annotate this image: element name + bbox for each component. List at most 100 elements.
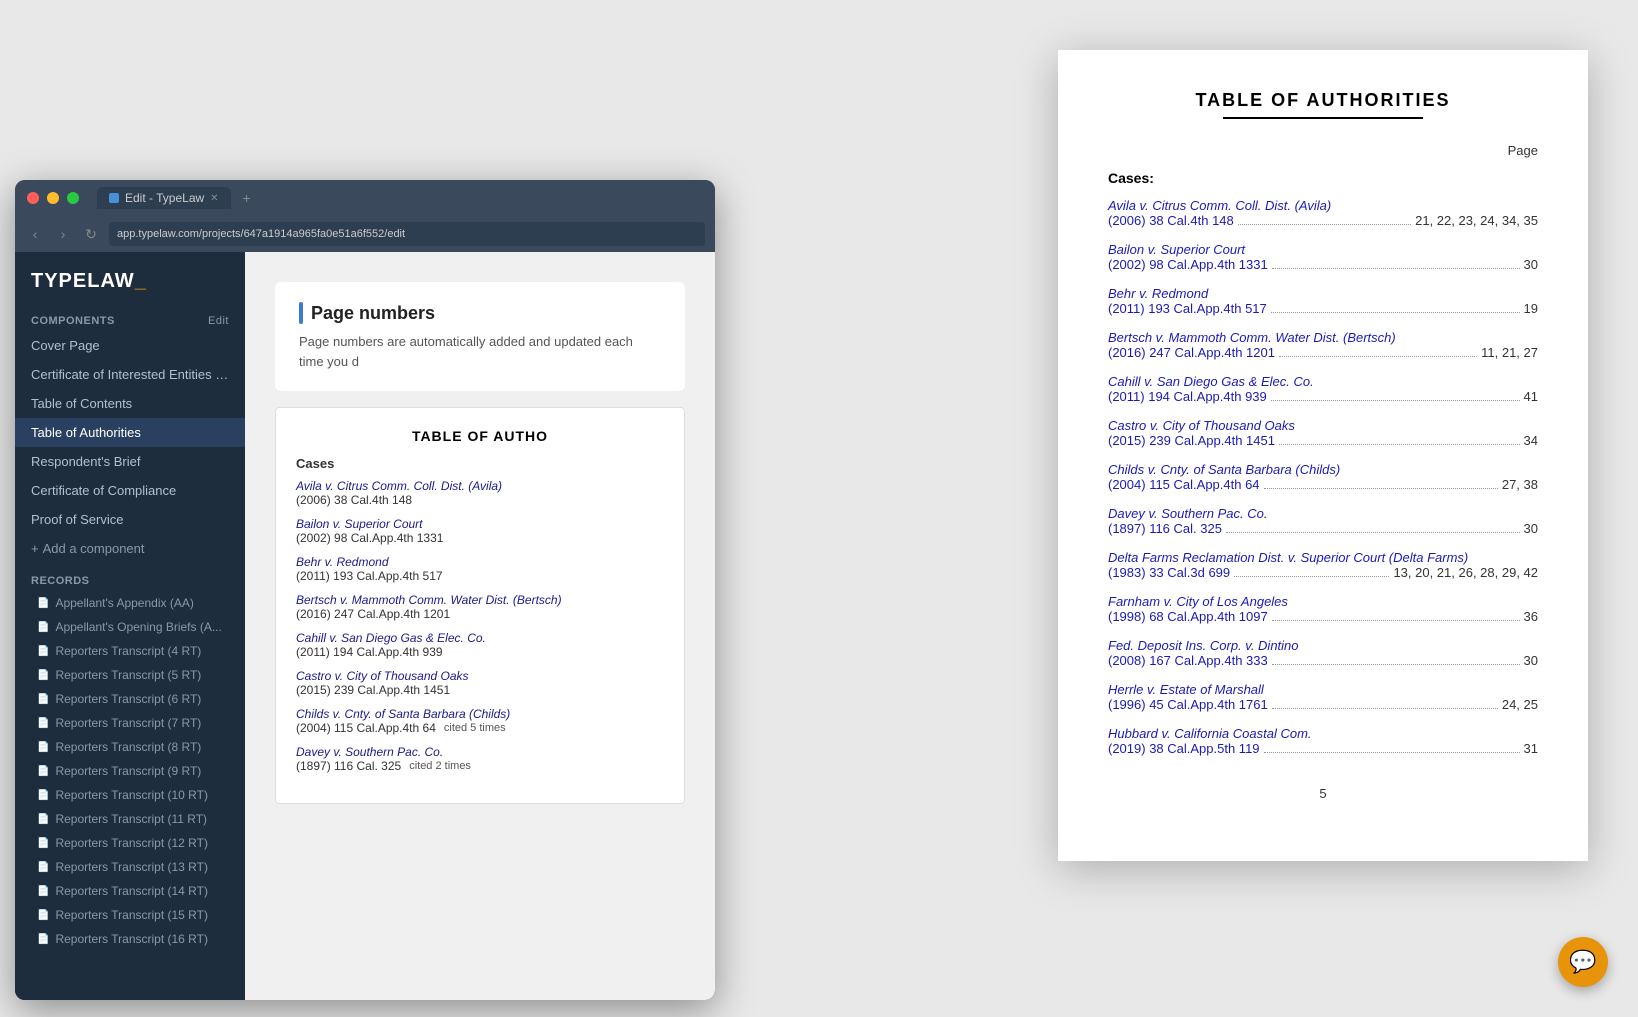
record-item-rt7[interactable]: 📄 Reporters Transcript (7 RT) [15, 711, 245, 735]
record-label: Appellant's Appendix (AA) [55, 596, 193, 610]
records-label: RECORDS [31, 575, 90, 587]
record-item-rt11[interactable]: 📄 Reporters Transcript (11 RT) [15, 807, 245, 831]
document-preview: TABLE OF AUTHORITIES Page Cases: Avila v… [1058, 50, 1588, 861]
case-title: Childs v. Cnty. of Santa Barbara (Childs… [1108, 462, 1340, 477]
record-file-icon: 📄 [37, 910, 49, 921]
record-item-rt15[interactable]: 📄 Reporters Transcript (15 RT) [15, 903, 245, 927]
case-citation: (2006) 38 Cal.4th 148 [296, 493, 664, 507]
case-title: Bailon v. Superior Court [1108, 242, 1245, 257]
case-page-num: 30 [1524, 257, 1538, 272]
sidebar-item-cover-page[interactable]: Cover Page [15, 331, 245, 360]
case-line: Behr v. Redmond [1108, 286, 1538, 301]
dot-leader [1271, 312, 1520, 313]
toa-preview-title: TABLE OF AUTHO [296, 428, 664, 444]
add-component-label: Add a component [43, 541, 145, 556]
forward-button[interactable]: › [53, 226, 73, 242]
doc-page-col-label: Page [1108, 143, 1538, 158]
case-page-num: 34 [1524, 433, 1538, 448]
toa-preview: TABLE OF AUTHO Cases Avila v. Citrus Com… [275, 407, 685, 804]
toa-case-cahill: Cahill v. San Diego Gas & Elec. Co. (201… [296, 631, 664, 659]
sidebar-item-certificate-compliance[interactable]: Certificate of Compliance [15, 476, 245, 505]
app-content: TYPELAW_ COMPONENTS Edit Cover Page Cert… [15, 252, 715, 1000]
minimize-dot[interactable] [47, 192, 59, 204]
record-item-rt13[interactable]: 📄 Reporters Transcript (13 RT) [15, 855, 245, 879]
record-item-rt4[interactable]: 📄 Reporters Transcript (4 RT) [15, 639, 245, 663]
case-cite-line: (2016) 247 Cal.App.4th 1201 11, 21, 27 [1108, 345, 1538, 360]
case-line: Castro v. City of Thousand Oaks [1108, 418, 1538, 433]
case-page-num: 11, 21, 27 [1481, 345, 1538, 360]
browser-toolbar: ‹ › ↻ [15, 216, 715, 252]
case-title: Behr v. Redmond [1108, 286, 1208, 301]
record-item-rt16[interactable]: 📄 Reporters Transcript (16 RT) [15, 927, 245, 951]
doc-case-entry: Fed. Deposit Ins. Corp. v. Dintino (2008… [1108, 638, 1538, 668]
record-file-icon: 📄 [37, 766, 49, 777]
blue-accent-bar [299, 302, 303, 324]
components-edit-link[interactable]: Edit [208, 315, 229, 327]
url-bar[interactable] [109, 222, 705, 246]
sidebar-item-table-of-authorities[interactable]: Table of Authorities [15, 418, 245, 447]
case-page-num: 30 [1524, 521, 1538, 536]
record-item-rt12[interactable]: 📄 Reporters Transcript (12 RT) [15, 831, 245, 855]
sidebar-item-respondents-brief[interactable]: Respondent's Brief [15, 447, 245, 476]
record-file-icon: 📄 [37, 670, 49, 681]
browser-tab[interactable]: Edit - TypeLaw ✕ [97, 187, 231, 209]
doc-case-entry: Bailon v. Superior Court (2002) 98 Cal.A… [1108, 242, 1538, 272]
doc-case-entry: Avila v. Citrus Comm. Coll. Dist. (Avila… [1108, 198, 1538, 228]
case-cite-line: (1983) 33 Cal.3d 699 13, 20, 21, 26, 28,… [1108, 565, 1538, 580]
doc-cases-heading: Cases: [1108, 170, 1538, 186]
case-title: Avila v. Citrus Comm. Coll. Dist. (Avila… [1108, 198, 1331, 213]
record-item-rt6[interactable]: 📄 Reporters Transcript (6 RT) [15, 687, 245, 711]
dot-leader [1271, 400, 1520, 401]
record-label: Reporters Transcript (13 RT) [55, 860, 208, 874]
case-line: Cahill v. San Diego Gas & Elec. Co. [1108, 374, 1538, 389]
chat-button[interactable]: 💬 [1558, 937, 1608, 987]
doc-case-entry: Behr v. Redmond (2011) 193 Cal.App.4th 5… [1108, 286, 1538, 316]
record-item-rt9[interactable]: 📄 Reporters Transcript (9 RT) [15, 759, 245, 783]
doc-case-entry: Bertsch v. Mammoth Comm. Water Dist. (Be… [1108, 330, 1538, 360]
record-item-rt8[interactable]: 📄 Reporters Transcript (8 RT) [15, 735, 245, 759]
case-page-num: 24, 25 [1502, 697, 1538, 712]
case-cite: (1983) 33 Cal.3d 699 [1108, 565, 1230, 580]
case-page-num: 36 [1524, 609, 1538, 624]
tab-close-icon[interactable]: ✕ [210, 193, 218, 204]
case-cite: (2015) 239 Cal.App.4th 1451 [1108, 433, 1275, 448]
case-cite: (1996) 45 Cal.App.4th 1761 [1108, 697, 1268, 712]
case-cite-line: (2008) 167 Cal.App.4th 333 30 [1108, 653, 1538, 668]
doc-title: TABLE OF AUTHORITIES [1108, 90, 1538, 111]
sidebar-item-proof-of-service[interactable]: Proof of Service [15, 505, 245, 534]
back-button[interactable]: ‹ [25, 226, 45, 242]
sidebar-item-table-of-contents[interactable]: Table of Contents [15, 389, 245, 418]
record-item-aa[interactable]: 📄 Appellant's Appendix (AA) [15, 591, 245, 615]
case-name: Avila v. Citrus Comm. Coll. Dist. (Avila… [296, 479, 664, 493]
sidebar-item-add-component[interactable]: + Add a component [15, 534, 245, 563]
record-item-rt14[interactable]: 📄 Reporters Transcript (14 RT) [15, 879, 245, 903]
reload-button[interactable]: ↻ [81, 226, 101, 243]
sidebar-item-certificate-interested[interactable]: Certificate of Interested Entities o... [15, 360, 245, 389]
dot-leader [1264, 752, 1520, 753]
doc-cases-list: Avila v. Citrus Comm. Coll. Dist. (Avila… [1108, 198, 1538, 756]
case-line: Herrle v. Estate of Marshall [1108, 682, 1538, 697]
case-citation: (2015) 239 Cal.App.4th 1451 [296, 683, 664, 697]
record-file-icon: 📄 [37, 622, 49, 633]
case-citation: (2011) 194 Cal.App.4th 939 [296, 645, 664, 659]
toa-case-bailon: Bailon v. Superior Court (2002) 98 Cal.A… [296, 517, 664, 545]
record-item-rt5[interactable]: 📄 Reporters Transcript (5 RT) [15, 663, 245, 687]
record-item-rt10[interactable]: 📄 Reporters Transcript (10 RT) [15, 783, 245, 807]
case-cite-line: (2015) 239 Cal.App.4th 1451 34 [1108, 433, 1538, 448]
case-title: Hubbard v. California Coastal Com. [1108, 726, 1312, 741]
case-cite: (2002) 98 Cal.App.4th 1331 [1108, 257, 1268, 272]
case-name: Bertsch v. Mammoth Comm. Water Dist. (Be… [296, 593, 664, 607]
maximize-dot[interactable] [67, 192, 79, 204]
case-page-num: 19 [1524, 301, 1538, 316]
record-file-icon: 📄 [37, 694, 49, 705]
case-name: Childs v. Cnty. of Santa Barbara (Childs… [296, 707, 664, 721]
close-dot[interactable] [27, 192, 39, 204]
case-line: Hubbard v. California Coastal Com. [1108, 726, 1538, 741]
new-tab-icon[interactable]: + [243, 190, 251, 206]
case-line: Davey v. Southern Pac. Co. [1108, 506, 1538, 521]
record-label: Reporters Transcript (8 RT) [55, 740, 201, 754]
record-label: Reporters Transcript (12 RT) [55, 836, 208, 850]
record-item-opening-briefs[interactable]: 📄 Appellant's Opening Briefs (A... [15, 615, 245, 639]
section-title: Page numbers [299, 302, 661, 324]
doc-title-underline [1223, 117, 1423, 119]
